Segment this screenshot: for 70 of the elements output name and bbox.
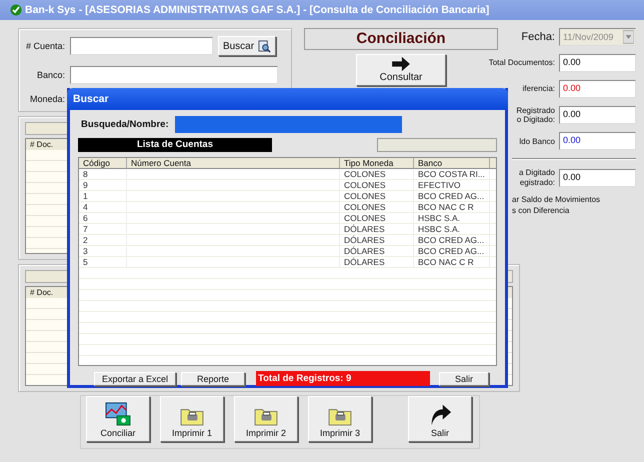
table-cell: 9 (79, 180, 127, 191)
search-field[interactable] (175, 116, 402, 133)
printer-folder-icon (328, 406, 352, 426)
table-cell: BCO CRED AG... (414, 246, 490, 257)
table-cell: 2 (79, 235, 127, 246)
table-cell: DÓLARES (340, 224, 414, 235)
close-button[interactable]: Salir (439, 372, 489, 386)
table-cell: COLONES (340, 202, 414, 213)
table-cell: BCO CRED AG... (414, 191, 490, 202)
action-button[interactable]: Imprimir 1 (160, 396, 224, 442)
search-label: Busqueda/Nombre: (80, 119, 170, 130)
action-button[interactable]: Conciliar (86, 396, 150, 442)
check-icon (10, 4, 22, 16)
column-header[interactable]: Número Cuenta (127, 158, 340, 169)
column-header[interactable]: Tipo Moneda (340, 158, 414, 169)
date-label: Fecha: (521, 30, 555, 44)
printer-folder-icon (180, 406, 204, 426)
table-cell: COLONES (340, 169, 414, 180)
field-label: Moneda: (28, 94, 65, 104)
arrow-icon (390, 56, 412, 72)
table-cell: COLONES (340, 213, 414, 224)
dialog-button[interactable]: Exportar a Excel (94, 372, 176, 386)
field-label: # Cuenta: (24, 41, 65, 51)
table-cell: COLONES (340, 180, 414, 191)
table-cell: DÓLARES (340, 246, 414, 257)
table-cell: HSBC S.A. (414, 224, 490, 235)
column-header[interactable]: Banco (414, 158, 490, 169)
column-header[interactable]: Código (79, 158, 127, 169)
table-cell: 6 (79, 213, 127, 224)
list-title: Lista de Cuentas (78, 138, 272, 152)
note-text: ar Saldo de Movimientos s con Diferencia (512, 194, 600, 216)
table-cell: 1 (79, 191, 127, 202)
search-icon (258, 40, 272, 52)
table-cell: BCO NAC C R (414, 202, 490, 213)
amount-field[interactable]: 0.00 (559, 80, 636, 98)
table-cell: 3 (79, 246, 127, 257)
table-cell: 7 (79, 224, 127, 235)
table-cell: BCO CRED AG... (414, 235, 490, 246)
field-label: ldo Banco (519, 136, 555, 146)
window-title: Ban-k Sys - [ASESORIAS ADMINISTRATIVAS GAF S.A.] - [Consulta de Conciliación Bancaria] (25, 4, 490, 16)
table-cell: DÓLARES (340, 235, 414, 246)
field-label: a Digitado egistrado: (518, 168, 555, 187)
dialog-button[interactable]: Reporte (181, 372, 245, 386)
amount-field[interactable]: 0.00 (559, 132, 636, 150)
table-cell: EFECTIVO (414, 180, 490, 191)
bank-field[interactable] (70, 66, 278, 84)
table-cell: 4 (79, 202, 127, 213)
table-cell: BCO COSTA RI... (414, 169, 490, 180)
consult-button[interactable]: Consultar (356, 54, 446, 86)
field-label: iferencia: (522, 84, 555, 94)
printer-folder-icon (254, 406, 278, 426)
table-cell: COLONES (340, 191, 414, 202)
account-field[interactable] (70, 37, 213, 55)
table-cell: HSBC S.A. (414, 213, 490, 224)
action-button[interactable]: Imprimir 2 (234, 396, 298, 442)
field-label: Total Documentos: (488, 58, 555, 68)
table-cell: 8 (79, 169, 127, 180)
action-button[interactable]: Salir (408, 396, 472, 442)
record-count: Total de Registros: 9 (256, 371, 430, 386)
search-button[interactable]: Buscar (218, 36, 276, 56)
amount-field[interactable]: 0.00 (559, 54, 636, 72)
amount-field[interactable]: 0.00 (559, 106, 636, 124)
section-heading: Conciliación (304, 28, 498, 50)
field-label: Registrado o Digitado: (516, 106, 555, 124)
field-label: Banco: (36, 70, 65, 80)
amount-field[interactable]: 0.00 (559, 168, 636, 187)
action-button[interactable]: Imprimir 3 (308, 396, 372, 442)
chart-icon (105, 402, 131, 426)
dropdown-arrow-icon (623, 30, 634, 44)
dialog-title: Buscar (73, 93, 109, 105)
